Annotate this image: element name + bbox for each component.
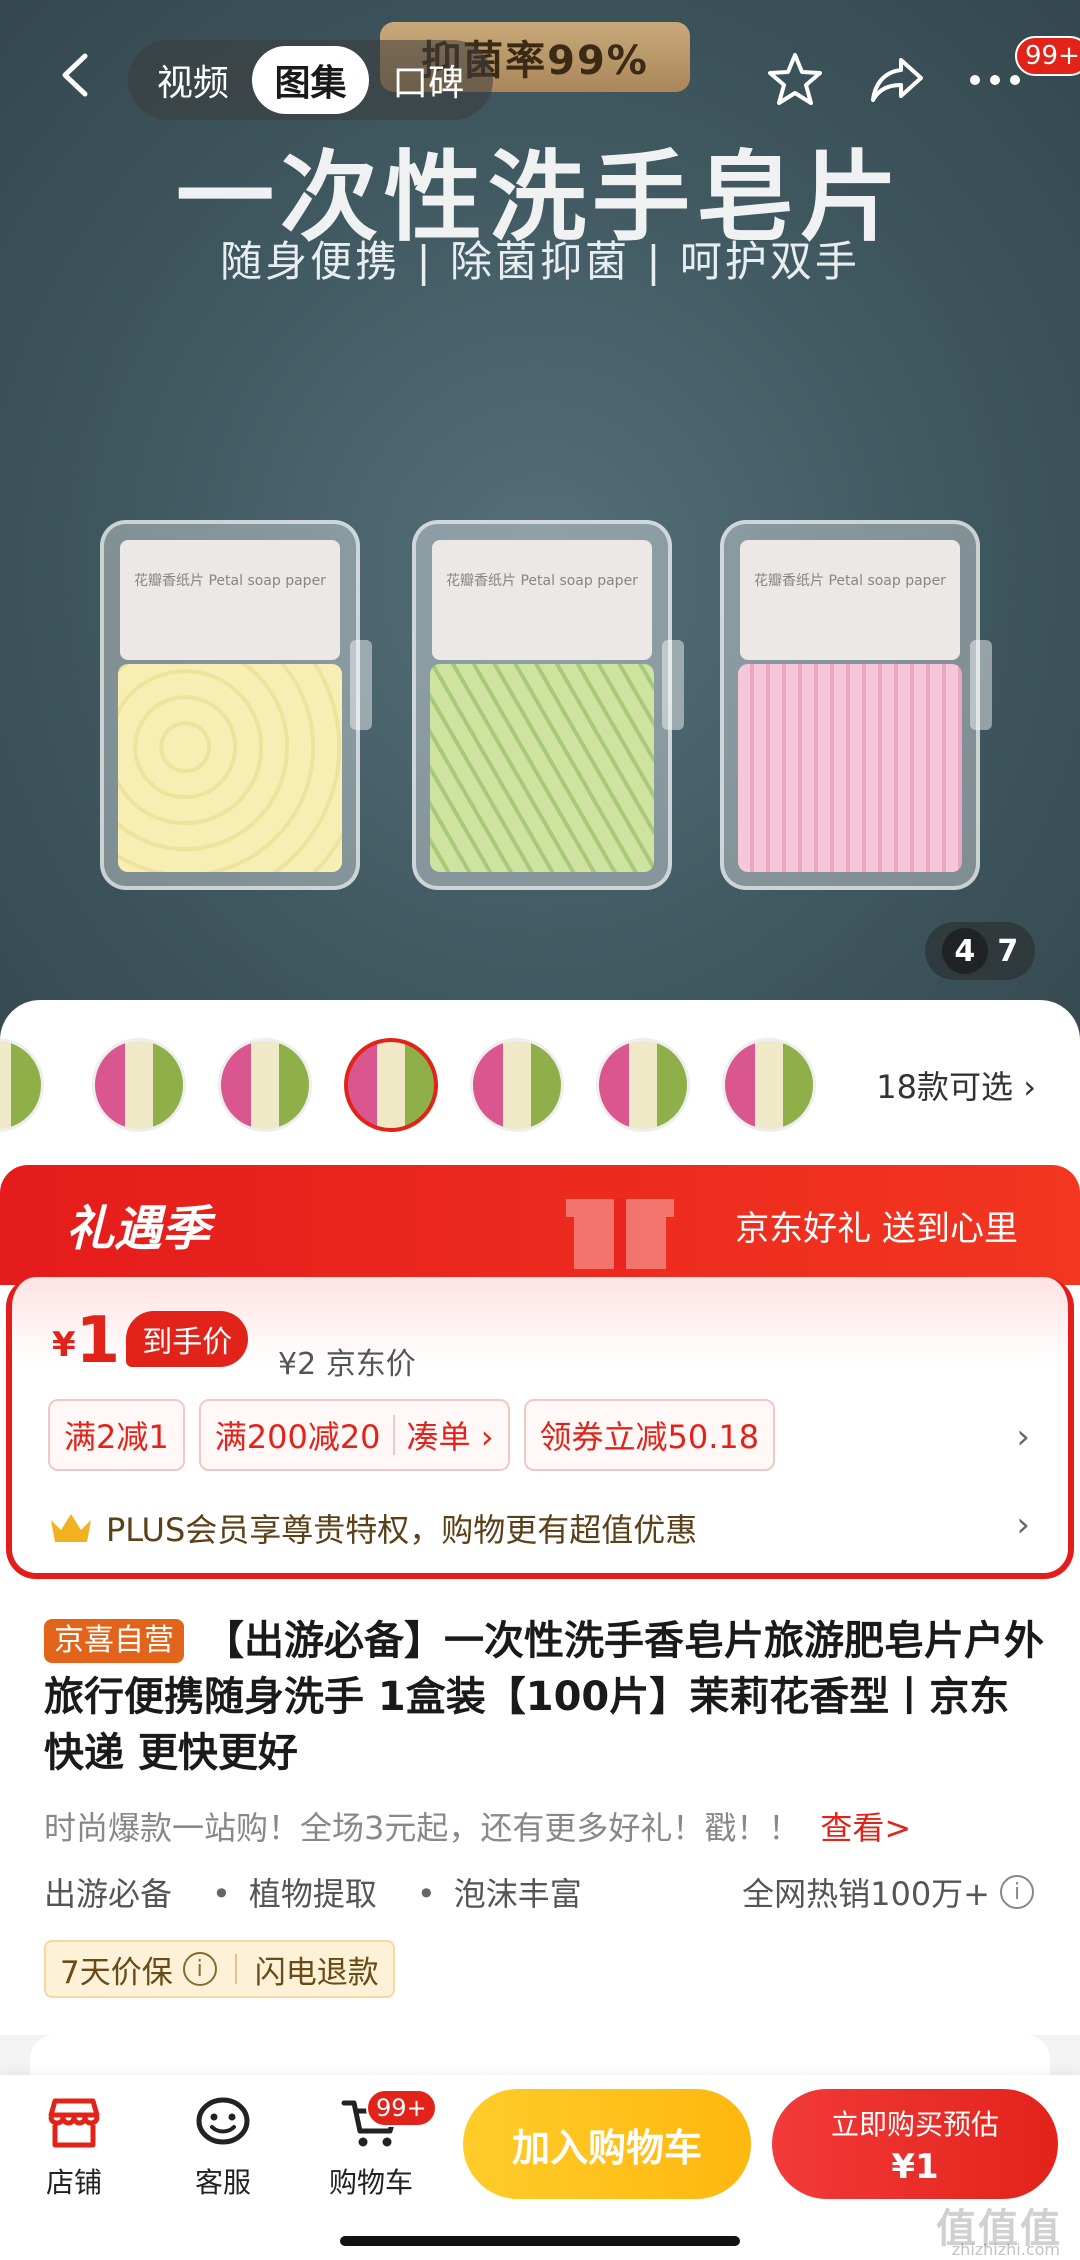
price-protection-label: 7天价保 [60, 1954, 173, 1991]
store-promo-link[interactable]: 查看> [820, 1809, 911, 1847]
jd-price: ¥2 京东价 [278, 1347, 416, 1382]
notification-badge: 99+ [1015, 36, 1080, 76]
feature-tag: 植物提取 [212, 1869, 377, 1915]
cart-count-badge: 99+ [366, 2089, 437, 2127]
variant-thumb[interactable] [92, 1038, 186, 1132]
price-value: 1 [75, 1304, 121, 1378]
service-guarantees[interactable]: 7天价保 i 闪电退款 [44, 1940, 395, 1998]
tab-gallery[interactable]: 图集 [251, 46, 370, 114]
promo-logo: 礼遇季 [66, 1201, 211, 1257]
crown-icon [51, 1514, 91, 1542]
bottom-action-bar: 店铺 客服 购物车 99+ 加入购物车 立即购买预估 ¥1 [0, 2075, 1080, 2260]
soap-box-green: 花瓣香纸片 Petal soap paper [412, 520, 672, 890]
coupons-more-arrow[interactable]: › [1016, 1417, 1030, 1457]
coupon-chip[interactable]: 领券立减50.18 [523, 1399, 776, 1471]
gift-icon [566, 1199, 674, 1269]
hot-sales-text: 全网热销100万+ [742, 1875, 990, 1913]
soap-box-yellow: 花瓣香纸片 Petal soap paper [100, 520, 360, 890]
cart-label: 购物车 [328, 2166, 413, 2199]
variant-thumb[interactable] [0, 1038, 44, 1132]
coupon-chip-combo[interactable]: 满200减20 凑单 › [198, 1399, 510, 1471]
hot-sales[interactable]: 全网热销100万+ i [742, 1869, 1034, 1915]
soap-flakes-pink [738, 664, 962, 872]
smiley-chat-icon [196, 2097, 250, 2145]
soap-box-label: 花瓣香纸片 Petal soap paper [120, 540, 340, 660]
soap-box-pink: 花瓣香纸片 Petal soap paper [720, 520, 980, 890]
share-button[interactable] [862, 45, 932, 115]
variant-thumb[interactable] [470, 1038, 564, 1132]
tab-video[interactable]: 视频 [134, 46, 252, 114]
star-icon [768, 53, 822, 105]
feature-tag: 出游必备 [44, 1875, 173, 1913]
box-latch [662, 640, 684, 730]
gallery-current-index: 4 [941, 928, 988, 974]
box-latch [350, 640, 372, 730]
promo-slogan: 京东好礼 送到心里 [735, 1209, 1018, 1249]
price-card: ¥ 1 到手价 ¥2 京东价 满2减1 满200减20 凑单 › 领券立减50.… [6, 1277, 1074, 1579]
info-icon: i [182, 1952, 217, 1986]
feature-tags: 出游必备 植物提取 泡沫丰富 [44, 1869, 582, 1915]
final-price-tag: 到手价 [126, 1311, 249, 1367]
customer-service-button[interactable]: 客服 [163, 2095, 283, 2201]
back-button[interactable] [40, 40, 110, 110]
coupon-chip-label: 满200减20 [214, 1418, 381, 1456]
coupon-chips: 满2减1 满200减20 凑单 › 领券立减50.18 [48, 1399, 776, 1471]
shop-label: 店铺 [45, 2166, 102, 2199]
favorite-button[interactable] [760, 45, 830, 115]
variants-more-link[interactable]: 18款可选 › [876, 1062, 1036, 1108]
plus-member-row[interactable]: PLUS会员享尊贵特权，购物更有超值优惠 [48, 1505, 697, 1551]
currency-symbol: ¥ [52, 1325, 76, 1365]
final-price: ¥ 1 到手价 [52, 1304, 249, 1378]
tab-reviews[interactable]: 口碑 [369, 46, 487, 114]
gallery-total: 7 [997, 933, 1019, 969]
variant-thumb-selected[interactable] [344, 1038, 438, 1132]
add-to-cart-button[interactable]: 加入购物车 [463, 2089, 751, 2199]
buy-now-price: ¥1 [891, 2147, 939, 2187]
store-promo-line: 时尚爆款一站购！全场3元起，还有更多好礼！戳！！ 查看> [44, 1803, 911, 1849]
soap-flakes-yellow [118, 664, 342, 872]
info-icon: i [1000, 1875, 1034, 1909]
gallery-counter: 4 7 [925, 922, 1035, 980]
soap-flakes-green [430, 664, 654, 872]
variant-selector: 18款可选 › [0, 1000, 1080, 1170]
divider [234, 1954, 237, 1984]
box-latch [970, 640, 992, 730]
plus-member-text: PLUS会员享尊贵特权，购物更有超值优惠 [106, 1511, 698, 1549]
buy-now-label: 立即购买预估 [830, 2108, 999, 2141]
shop-button[interactable]: 店铺 [14, 2095, 134, 2201]
service-label: 客服 [194, 2166, 251, 2199]
soap-box-label: 花瓣香纸片 Petal soap paper [432, 540, 652, 660]
feature-tag: 泡沫丰富 [417, 1869, 582, 1915]
variant-thumb[interactable] [722, 1038, 816, 1132]
product-title-block: 京喜自营 【出游必备】一次性洗手香皂片旅游肥皂片户外旅行便携随身洗手 1盒装【10… [44, 1613, 1044, 1781]
home-indicator[interactable] [340, 2236, 740, 2246]
plus-member-arrow[interactable]: › [1016, 1505, 1030, 1545]
soap-box-label: 花瓣香纸片 Petal soap paper [740, 540, 960, 660]
hero-subtitle: 随身便携 | 除菌抑菌 | 呵护双手 [220, 237, 860, 286]
add-items-link[interactable]: 凑单 › [407, 1412, 494, 1458]
product-title: 【出游必备】一次性洗手香皂片旅游肥皂片户外旅行便携随身洗手 1盒装【100片】茉… [44, 1618, 1044, 1776]
store-promo-text: 时尚爆款一站购！全场3元起，还有更多好礼！戳！！ [44, 1809, 801, 1847]
media-tabs: 视频 图集 口碑 [128, 40, 493, 120]
more-dots-icon [970, 75, 1020, 85]
variant-thumb[interactable] [218, 1038, 312, 1132]
share-icon [871, 58, 923, 102]
chevron-left-icon [62, 53, 88, 97]
self-operated-tag: 京喜自营 [44, 1619, 184, 1663]
variant-thumb[interactable] [596, 1038, 690, 1132]
promo-panel: 礼遇季 京东好礼 送到心里 ¥ 1 到手价 ¥2 京东价 满2减1 满200减2… [0, 1165, 1080, 1585]
fast-refund-label: 闪电退款 [254, 1954, 379, 1991]
coupon-chip[interactable]: 满2减1 [48, 1399, 185, 1471]
promo-header: 礼遇季 京东好礼 送到心里 [0, 1165, 1080, 1285]
product-info: 京喜自营 【出游必备】一次性洗手香皂片旅游肥皂片户外旅行便携随身洗手 1盒装【10… [0, 1585, 1080, 2035]
watermark-site: zhizhizhi.com [951, 2240, 1060, 2259]
divider [392, 1415, 395, 1455]
buy-now-button[interactable]: 立即购买预估 ¥1 [772, 2089, 1058, 2199]
store-icon [48, 2098, 100, 2148]
product-gallery-image[interactable]: 抑菌率99% 一次性洗手皂片 随身便携 | 除菌抑菌 | 呵护双手 花瓣香纸片 … [0, 0, 1080, 1040]
